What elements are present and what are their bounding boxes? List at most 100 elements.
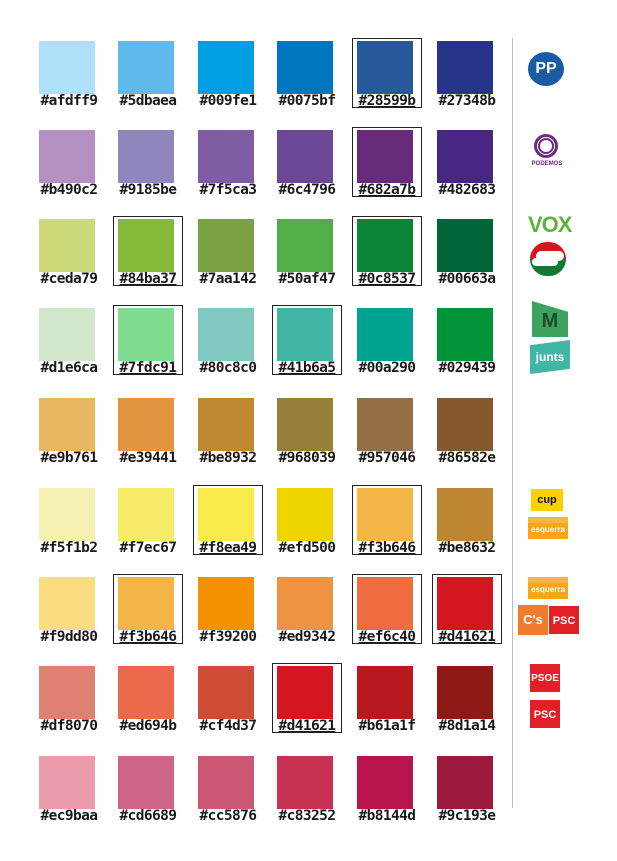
- color-swatch: [357, 756, 413, 809]
- color-hex-label: #27348b: [438, 93, 497, 109]
- color-swatch-cell: #cf4d37: [191, 663, 271, 753]
- pp-logo: PP: [528, 52, 564, 86]
- color-swatch: [437, 398, 493, 451]
- color-swatch: [277, 308, 333, 361]
- color-hex-label: #df8070: [40, 718, 99, 734]
- color-swatch-cell: #c83252: [270, 753, 350, 843]
- color-hex-label: #efd500: [278, 540, 337, 556]
- color-hex-label: #cd6689: [119, 808, 178, 824]
- color-swatch-cell: #27348b: [430, 38, 510, 128]
- color-swatch: [118, 398, 174, 451]
- color-swatch-cell: #009fe1: [191, 38, 271, 128]
- color-swatch: [118, 308, 174, 361]
- color-swatch-cell: #9c193e: [430, 753, 510, 843]
- color-hex-label: #ed694b: [119, 718, 178, 734]
- color-swatch-cell: #28599b: [350, 38, 430, 128]
- color-swatch: [118, 577, 174, 630]
- color-swatch-cell: #968039: [270, 395, 350, 485]
- color-swatch: [198, 577, 254, 630]
- color-hex-label: #ceda79: [40, 271, 99, 287]
- color-hex-label: #e9b761: [40, 450, 99, 466]
- color-swatch-cell: #cd6689: [111, 753, 191, 843]
- color-swatch: [118, 756, 174, 809]
- color-swatch-cell: #00663a: [430, 216, 510, 306]
- color-hex-label: #f7ec67: [119, 540, 178, 556]
- vox-logo: VOX: [528, 212, 572, 237]
- color-swatch: [39, 488, 95, 541]
- color-swatch: [39, 756, 95, 809]
- color-swatch-cell: #ef6c40: [350, 574, 430, 664]
- color-swatch-cell: #7f5ca3: [191, 127, 271, 217]
- podemos-inner-ring-icon: [538, 138, 554, 154]
- color-swatch-cell: #7fdc91: [111, 305, 191, 395]
- color-swatch: [198, 308, 254, 361]
- color-swatch-cell: #b61a1f: [350, 663, 430, 753]
- color-swatch: [357, 130, 413, 183]
- color-swatch: [437, 488, 493, 541]
- color-hex-label: #ef6c40: [358, 629, 417, 645]
- color-swatch-cell: #f8ea49: [191, 485, 271, 575]
- color-swatch: [277, 577, 333, 630]
- color-hex-label: #00663a: [438, 271, 497, 287]
- color-hex-label: #e39441: [119, 450, 178, 466]
- color-swatch-cell: #f39200: [191, 574, 271, 664]
- color-hex-label: #f3b646: [119, 629, 178, 645]
- color-swatch-cell: #6c4796: [270, 127, 350, 217]
- color-swatch-cell: #029439: [430, 305, 510, 395]
- color-swatch: [118, 219, 174, 272]
- color-swatch: [198, 130, 254, 183]
- color-hex-label: #029439: [438, 360, 497, 376]
- color-swatch: [39, 41, 95, 94]
- color-hex-label: #be8632: [438, 540, 497, 556]
- color-swatch-grid: #afdff9 #5dbaea #009fe1 #0075bf #28599b #2734…: [0, 0, 510, 861]
- color-hex-label: #682a7b: [358, 182, 417, 198]
- color-hex-label: #968039: [278, 450, 337, 466]
- color-swatch: [357, 308, 413, 361]
- color-swatch-cell: #be8632: [430, 485, 510, 575]
- color-swatch-cell: #86582e: [430, 395, 510, 485]
- color-swatch-cell: #ec9baa: [32, 753, 112, 843]
- color-swatch: [437, 308, 493, 361]
- pnv-logo-icon: [530, 242, 566, 276]
- color-swatch: [118, 488, 174, 541]
- color-swatch-cell: #5dbaea: [111, 38, 191, 128]
- color-hex-label: #cc5876: [199, 808, 258, 824]
- color-hex-label: #d41621: [278, 718, 337, 734]
- color-swatch-cell: #d41621: [430, 574, 510, 664]
- esquerra-logo: esquerra: [528, 517, 568, 539]
- color-swatch-cell: #be8932: [191, 395, 271, 485]
- color-hex-label: #c83252: [278, 808, 337, 824]
- color-swatch: [437, 219, 493, 272]
- junts-logo: junts: [530, 340, 570, 374]
- color-hex-label: #41b6a5: [278, 360, 337, 376]
- color-swatch: [277, 41, 333, 94]
- color-hex-label: #28599b: [358, 93, 417, 109]
- color-hex-label: #5dbaea: [119, 93, 178, 109]
- color-swatch-cell: #ed9342: [270, 574, 350, 664]
- color-swatch: [357, 219, 413, 272]
- color-swatch-cell: #957046: [350, 395, 430, 485]
- podemos-logo: PODEMOS: [527, 134, 567, 174]
- color-hex-label: #9c193e: [438, 808, 497, 824]
- color-swatch: [39, 577, 95, 630]
- color-hex-label: #957046: [358, 450, 417, 466]
- color-swatch: [277, 488, 333, 541]
- color-swatch: [277, 756, 333, 809]
- color-swatch: [118, 130, 174, 183]
- color-swatch: [39, 219, 95, 272]
- color-swatch: [437, 577, 493, 630]
- color-swatch: [357, 488, 413, 541]
- color-hex-label: #cf4d37: [199, 718, 258, 734]
- mes-logo-text: M: [541, 310, 559, 332]
- color-swatch-cell: #cc5876: [191, 753, 271, 843]
- color-swatch: [277, 219, 333, 272]
- color-hex-label: #f3b646: [358, 540, 417, 556]
- color-swatch-cell: #e39441: [111, 395, 191, 485]
- color-hex-label: #7fdc91: [119, 360, 178, 376]
- color-swatch-cell: #41b6a5: [270, 305, 350, 395]
- color-hex-label: #b490c2: [40, 182, 99, 198]
- color-swatch-cell: #f7ec67: [111, 485, 191, 575]
- color-swatch-cell: #f3b646: [350, 485, 430, 575]
- color-swatch: [39, 308, 95, 361]
- color-swatch-cell: #f9dd80: [32, 574, 112, 664]
